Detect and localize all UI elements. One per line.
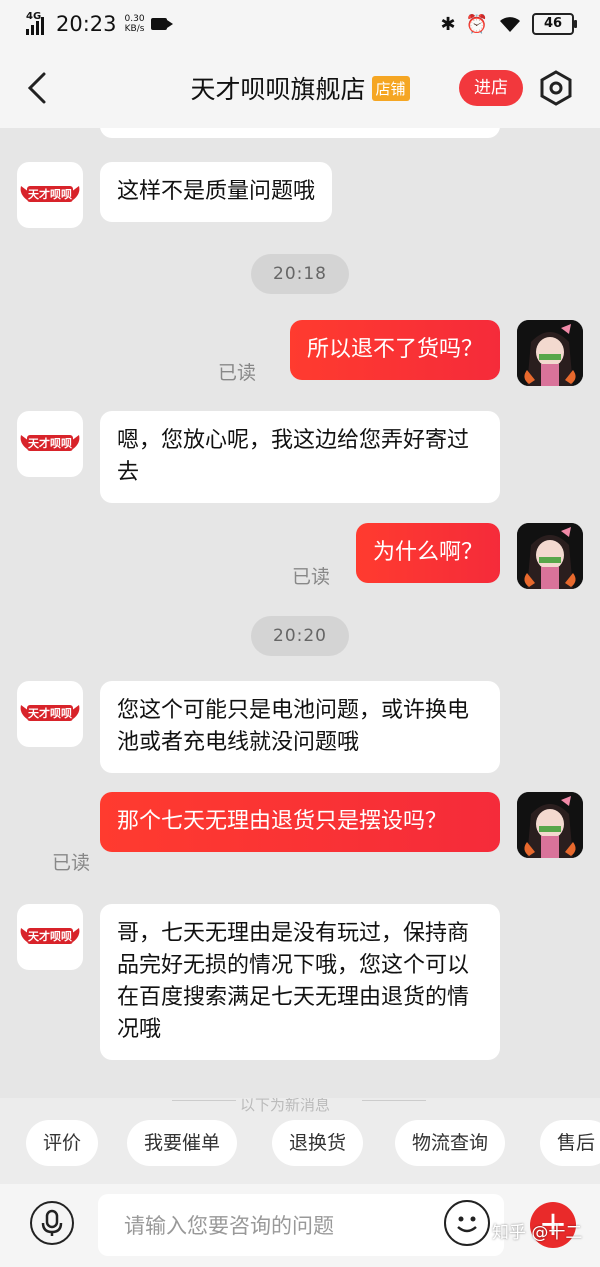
shop-logo-icon: 天才呗呗 [20,928,80,944]
user-avatar[interactable] [517,792,583,858]
enter-shop-button[interactable]: 进店 [459,70,523,106]
battery-icon: 46 [532,13,577,35]
video-icon [150,18,173,30]
message-bubble[interactable]: 所以退不了货吗？ [289,320,500,380]
message-bubble[interactable]: 为什么啊？ [355,523,500,583]
message-bubble[interactable]: 哥，七天无理由是没有玩过，保持商品完好无损的情况下哦，您这个可以在百度搜索满足七… [100,904,500,1060]
status-bar: 4G 20:23 0.30 KB/s ✱ ⏰ 46 [0,0,600,48]
user-avatar-image [517,792,583,858]
message-bubble[interactable]: 那个七天无理由退货只是摆设吗？ [100,792,500,852]
shop-logo-icon: 天才呗呗 [20,705,80,721]
input-bar: 请输入您要咨询的问题 + 知乎 @十二 [0,1184,600,1267]
shop-avatar[interactable]: 天才呗呗 [17,411,83,477]
shop-avatar[interactable]: 天才呗呗 [17,681,83,747]
shop-avatar[interactable]: 天才呗呗 [17,904,83,970]
clock: 20:23 [56,12,117,36]
shop-avatar[interactable]: 天才呗呗 [17,162,83,228]
user-avatar-image [517,523,583,589]
shop-badge: 店铺 [371,75,410,101]
shop-logo-text: 天才呗呗 [28,436,72,450]
voice-input-button[interactable] [30,1201,74,1245]
signal-icon: 4G [26,11,48,35]
read-status: 已读 [52,852,91,874]
new-messages-hint: 以下为新消息 [240,1098,331,1114]
quick-actions-bar: 以下为新消息 评价 我要催单 退换货 物流查询 售后 [0,1098,600,1184]
message-bubble[interactable]: 嗯，您放心呢，我这边给您弄好寄过去 [100,411,500,503]
shop-name: 天才呗呗旗舰店 [190,75,366,104]
chat-area[interactable]: 天才呗呗 这样不是质量问题哦 20:18 已读 所以退不了货吗？ 天才呗呗 嗯，… [0,128,600,1098]
read-status: 已读 [292,566,331,588]
quick-action-return-exchange[interactable]: 退换货 [272,1120,364,1166]
shop-logo-icon: 天才呗呗 [20,435,80,451]
speed-unit: KB/s [124,24,145,34]
quick-action-review[interactable]: 评价 [26,1120,99,1166]
shop-logo-text: 天才呗呗 [28,929,72,943]
message-bubble[interactable]: 您这个可能只是电池问题，或许换电池或者充电线就没问题哦 [100,681,500,773]
network-speed: 0.30 KB/s [125,14,145,34]
timestamp: 20:20 [251,616,349,656]
shop-logo-text: 天才呗呗 [28,187,72,201]
quick-action-urge-order[interactable]: 我要催单 [127,1120,238,1166]
wifi-icon [500,17,520,32]
user-avatar[interactable] [517,320,583,386]
bluetooth-icon: ✱ [440,13,456,35]
message-bubble[interactable]: 这样不是质量问题哦 [100,162,333,222]
watermark: 知乎 @十二 [492,1223,583,1243]
battery-level: 46 [543,16,563,31]
message-bubble-partial [100,128,500,138]
divider [172,1100,236,1101]
shop-logo-text: 天才呗呗 [28,706,72,720]
microphone-icon [41,1209,63,1236]
user-avatar-image [517,320,583,386]
user-avatar[interactable] [517,523,583,589]
divider [362,1100,426,1101]
timestamp: 20:18 [251,254,349,294]
quick-action-after-sales[interactable]: 售后 [540,1120,600,1166]
read-status: 已读 [218,362,257,384]
quick-action-logistics[interactable]: 物流查询 [395,1120,506,1166]
input-placeholder: 请输入您要咨询的问题 [124,1214,334,1238]
alarm-icon: ⏰ [465,13,488,35]
emoji-button[interactable] [444,1200,490,1246]
settings-icon[interactable] [536,68,576,108]
shop-logo-icon: 天才呗呗 [20,186,80,202]
smiley-icon [457,1216,477,1233]
speed-value: 0.30 [124,14,145,24]
chat-header: 天才呗呗旗舰店 店铺 进店 [0,48,600,128]
